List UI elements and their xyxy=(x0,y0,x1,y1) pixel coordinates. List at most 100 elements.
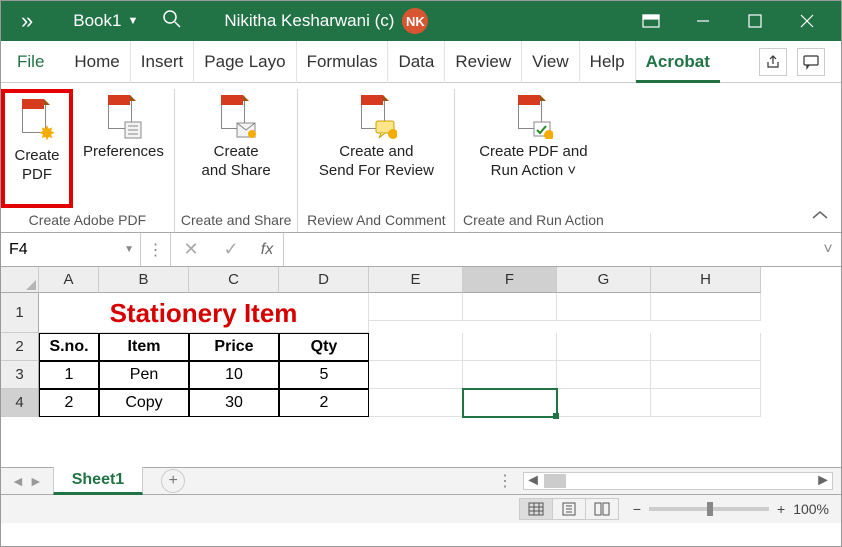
cell-b3[interactable]: Pen xyxy=(99,361,189,389)
comments-icon[interactable] xyxy=(797,48,825,76)
cell-b2[interactable]: Item xyxy=(99,333,189,361)
cell-h2[interactable] xyxy=(651,333,761,361)
title-bar: » Book1 ▼ Nikitha Kesharwani (c) NK xyxy=(1,1,841,41)
col-header-f[interactable]: F xyxy=(463,267,557,293)
sheet-tab-sheet1[interactable]: Sheet1 xyxy=(53,467,143,495)
cell-h3[interactable] xyxy=(651,361,761,389)
collapse-ribbon-icon[interactable] xyxy=(811,208,829,226)
tab-review[interactable]: Review xyxy=(445,41,522,83)
create-and-share-button[interactable]: Create and Share xyxy=(176,89,296,208)
cell-d4[interactable]: 2 xyxy=(279,389,369,417)
sheet-nav-prev-icon[interactable]: ◄ xyxy=(11,473,25,489)
close-icon[interactable] xyxy=(781,1,833,41)
tab-formulas[interactable]: Formulas xyxy=(297,41,389,83)
cell-c4[interactable]: 30 xyxy=(189,389,279,417)
cell-e3[interactable] xyxy=(369,361,463,389)
cell-d3[interactable]: 5 xyxy=(279,361,369,389)
ribbon-tabs: File Home Insert Page Layo Formulas Data… xyxy=(1,41,841,83)
cell-g3[interactable] xyxy=(557,361,651,389)
cell-g1[interactable] xyxy=(557,293,651,321)
zoom-percent[interactable]: 100% xyxy=(793,501,829,517)
spreadsheet-grid[interactable]: A B C D E F G H 1 Stationery Item 2 S.no… xyxy=(1,267,841,467)
cell-g4[interactable] xyxy=(557,389,651,417)
minimize-icon[interactable] xyxy=(677,1,729,41)
preferences-button[interactable]: Preferences xyxy=(73,89,174,208)
row-header-3[interactable]: 3 xyxy=(1,361,39,389)
share-icon[interactable] xyxy=(759,48,787,76)
select-all-corner[interactable] xyxy=(1,267,39,293)
view-mode-buttons xyxy=(520,498,619,520)
row-header-1[interactable]: 1 xyxy=(1,293,39,333)
workbook-name[interactable]: Book1 ▼ xyxy=(45,11,148,31)
col-header-b[interactable]: B xyxy=(99,267,189,293)
add-sheet-button[interactable]: + xyxy=(161,469,185,493)
cell-h1[interactable] xyxy=(651,293,761,321)
page-layout-view-icon[interactable] xyxy=(552,498,586,520)
sheet-nav-next-icon[interactable]: ► xyxy=(29,473,43,489)
zoom-in-button[interactable]: + xyxy=(777,501,785,517)
normal-view-icon[interactable] xyxy=(519,498,553,520)
tab-acrobat[interactable]: Acrobat xyxy=(636,41,720,83)
col-header-d[interactable]: D xyxy=(279,267,369,293)
user-label[interactable]: Nikitha Kesharwani (c) NK xyxy=(224,8,428,34)
horizontal-scrollbar[interactable]: ◄ ► xyxy=(523,472,833,490)
ribbon-display-options-icon[interactable] xyxy=(625,1,677,41)
cell-e1[interactable] xyxy=(369,293,463,321)
col-header-e[interactable]: E xyxy=(369,267,463,293)
page-break-view-icon[interactable] xyxy=(585,498,619,520)
col-header-g[interactable]: G xyxy=(557,267,651,293)
formula-bar-options-icon[interactable]: ⋮ xyxy=(141,233,171,266)
group-review-and-comment: Create and Send For Review Review And Co… xyxy=(298,89,455,232)
cell-f4[interactable] xyxy=(463,389,557,417)
zoom-out-button[interactable]: − xyxy=(633,501,641,517)
cell-e2[interactable] xyxy=(369,333,463,361)
col-header-h[interactable]: H xyxy=(651,267,761,293)
tab-page-layout[interactable]: Page Layo xyxy=(194,41,296,83)
cell-c2[interactable]: Price xyxy=(189,333,279,361)
cell-h4[interactable] xyxy=(651,389,761,417)
cell-a3[interactable]: 1 xyxy=(39,361,99,389)
titlebar-more-icon[interactable]: » xyxy=(9,8,45,34)
cell-f1[interactable] xyxy=(463,293,557,321)
tab-data[interactable]: Data xyxy=(388,41,445,83)
title-merged-cell[interactable]: Stationery Item xyxy=(39,293,369,333)
formula-input[interactable] xyxy=(283,233,815,266)
zoom-thumb[interactable] xyxy=(707,502,713,516)
tab-view[interactable]: View xyxy=(522,41,580,83)
col-header-a[interactable]: A xyxy=(39,267,99,293)
tab-home[interactable]: Home xyxy=(64,41,130,83)
formula-cancel-icon[interactable]: ✕ xyxy=(171,233,211,266)
maximize-icon[interactable] xyxy=(729,1,781,41)
row-header-2[interactable]: 2 xyxy=(1,333,39,361)
cell-g2[interactable] xyxy=(557,333,651,361)
tab-insert[interactable]: Insert xyxy=(131,41,195,83)
fx-icon[interactable]: fx xyxy=(251,233,283,266)
tab-file[interactable]: File xyxy=(7,41,64,83)
formula-confirm-icon[interactable]: ✓ xyxy=(211,233,251,266)
col-header-c[interactable]: C xyxy=(189,267,279,293)
tab-help[interactable]: Help xyxy=(580,41,636,83)
cell-b4[interactable]: Copy xyxy=(99,389,189,417)
row-3: 3 1 Pen 10 5 xyxy=(1,361,841,389)
formula-expand-icon[interactable]: ˅ xyxy=(815,233,841,266)
cell-f2[interactable] xyxy=(463,333,557,361)
create-pdf-run-action-button[interactable]: Create PDF and Run Action ˅ xyxy=(455,89,611,208)
cell-a2[interactable]: S.no. xyxy=(39,333,99,361)
create-send-review-button[interactable]: Create and Send For Review xyxy=(298,89,454,208)
cell-f3[interactable] xyxy=(463,361,557,389)
create-pdf-button[interactable]: ✸ Create PDF xyxy=(1,89,73,208)
cell-c3[interactable]: 10 xyxy=(189,361,279,389)
cell-d2[interactable]: Qty xyxy=(279,333,369,361)
cell-a4[interactable]: 2 xyxy=(39,389,99,417)
search-icon[interactable] xyxy=(148,9,196,34)
scroll-thumb[interactable] xyxy=(544,474,566,488)
cell-e4[interactable] xyxy=(369,389,463,417)
sheet-tabs-options-icon[interactable]: ⋮ xyxy=(487,471,523,491)
row-header-4[interactable]: 4 xyxy=(1,389,39,417)
scroll-right-icon[interactable]: ► xyxy=(814,472,832,490)
scroll-left-icon[interactable]: ◄ xyxy=(524,472,542,490)
name-box[interactable]: F4 ▼ xyxy=(1,233,141,266)
chevron-down-icon[interactable]: ▼ xyxy=(124,244,134,255)
zoom-slider[interactable] xyxy=(649,507,769,511)
create-pdf-l1: Create xyxy=(14,147,59,166)
